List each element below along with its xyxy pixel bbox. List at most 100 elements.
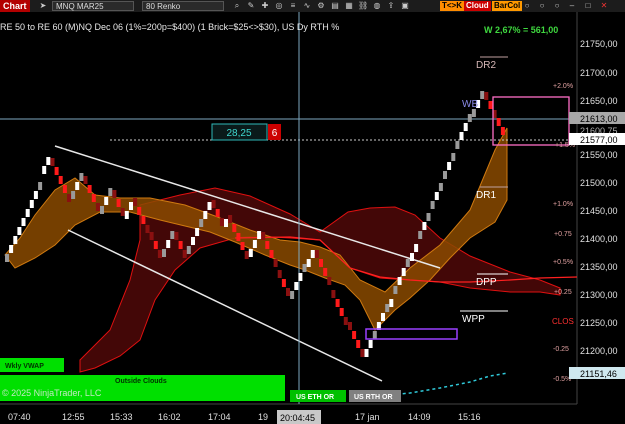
dr2-label: DR2 bbox=[476, 60, 496, 71]
renko-brick bbox=[224, 219, 228, 227]
renko-brick bbox=[244, 251, 249, 259]
close-icon[interactable]: ✕ bbox=[599, 1, 609, 11]
barcol-toggle-button[interactable]: BarCol bbox=[492, 1, 523, 11]
percent-label: +1.0% bbox=[553, 201, 573, 208]
strategies-icon[interactable]: ⚙ bbox=[316, 1, 326, 11]
price-axis-label: 21200,00 bbox=[580, 346, 618, 356]
renko-brick bbox=[166, 240, 171, 248]
renko-brick bbox=[426, 213, 431, 221]
renko-brick bbox=[443, 171, 447, 179]
renko-brick bbox=[133, 198, 138, 206]
renko-brick bbox=[145, 225, 150, 233]
renko-brick bbox=[75, 182, 80, 190]
renko-brick bbox=[149, 232, 154, 240]
renko-brick bbox=[9, 245, 14, 253]
stats-line: W 2,67% = 561,00 bbox=[484, 25, 558, 35]
indicators-icon[interactable]: ∿ bbox=[302, 1, 312, 11]
share-icon[interactable]: ⇪ bbox=[386, 1, 396, 11]
renko-brick bbox=[116, 199, 121, 207]
renko-brick bbox=[364, 349, 369, 357]
time-axis-label: 17:04 bbox=[208, 412, 231, 422]
price-axis-label: 21350,00 bbox=[580, 262, 618, 272]
renko-brick bbox=[335, 299, 340, 307]
renko-brick bbox=[248, 249, 253, 257]
renko-brick bbox=[195, 228, 200, 236]
renko-brick bbox=[438, 183, 443, 191]
globe-icon[interactable]: ◍ bbox=[372, 1, 382, 11]
toolbar-dot-icon[interactable]: ○ bbox=[537, 1, 547, 11]
renko-brick bbox=[401, 268, 406, 276]
properties-icon[interactable]: ≡ bbox=[288, 1, 298, 11]
renko-brick bbox=[112, 190, 117, 198]
instrument-selector[interactable]: MNQ MAR25 bbox=[52, 1, 134, 11]
zoom-icon[interactable]: ◎ bbox=[274, 1, 284, 11]
cursor-icon[interactable]: ➤ bbox=[38, 1, 48, 11]
renko-brick bbox=[306, 259, 311, 267]
chart-trader-icon[interactable]: ▦ bbox=[344, 1, 354, 11]
renko-brick bbox=[434, 192, 439, 200]
renko-brick bbox=[319, 259, 323, 267]
price-axis-label: 21500,00 bbox=[580, 178, 618, 188]
toolbar-dot-icon[interactable]: ○ bbox=[522, 1, 532, 11]
magnifier-icon[interactable]: ⌕ bbox=[232, 1, 242, 11]
bar-type-selector[interactable]: 80 Renko bbox=[142, 1, 224, 11]
renko-brick bbox=[13, 236, 18, 244]
renko-brick bbox=[5, 254, 9, 262]
cloud-toggle-button[interactable]: Cloud bbox=[464, 1, 491, 11]
renko-brick bbox=[277, 270, 282, 278]
renko-brick bbox=[310, 250, 315, 258]
renko-brick bbox=[33, 191, 38, 199]
price-axis-label: 21750,00 bbox=[580, 39, 618, 49]
copyright-text: © 2025 NinjaTrader, LLC bbox=[2, 388, 102, 398]
price-axis-label: 21700,00 bbox=[580, 68, 618, 78]
renko-brick bbox=[236, 233, 241, 241]
renko-brick bbox=[182, 250, 187, 258]
renko-brick bbox=[215, 209, 220, 217]
toolbar-dot-icon[interactable]: ○ bbox=[552, 1, 562, 11]
renko-brick bbox=[91, 194, 96, 202]
minimize-icon[interactable]: – bbox=[567, 1, 577, 11]
price-axis-label: 21300,00 bbox=[580, 290, 618, 300]
clos-label: CLOS bbox=[552, 317, 574, 326]
renko-brick bbox=[496, 118, 501, 126]
renko-brick bbox=[137, 207, 142, 215]
renko-brick bbox=[480, 91, 485, 99]
link-icon[interactable]: ⛓ bbox=[358, 1, 368, 11]
renko-brick bbox=[298, 273, 303, 281]
renko-brick bbox=[459, 132, 464, 140]
price-axis-label: 21400,00 bbox=[580, 234, 618, 244]
wb-label: WB bbox=[462, 99, 478, 110]
crosshair-time-text: 20:04:45 bbox=[280, 413, 315, 423]
renko-brick bbox=[38, 182, 43, 190]
chart-tab[interactable]: Chart bbox=[0, 0, 30, 12]
templates-icon[interactable]: ▤ bbox=[330, 1, 340, 11]
renko-brick bbox=[120, 208, 125, 216]
renko-brick bbox=[25, 209, 30, 217]
snapshot-icon[interactable]: ▣ bbox=[400, 1, 410, 11]
renko-brick bbox=[95, 203, 100, 211]
maximize-icon[interactable]: □ bbox=[583, 1, 593, 11]
time-axis-label: 16:02 bbox=[158, 412, 181, 422]
renko-brick bbox=[207, 202, 212, 210]
pencil-icon[interactable]: ✎ bbox=[246, 1, 256, 11]
renko-brick bbox=[87, 185, 92, 193]
renko-brick bbox=[67, 194, 71, 202]
renko-brick bbox=[348, 322, 352, 330]
position-value: 28,25 bbox=[226, 128, 251, 139]
renko-brick bbox=[418, 231, 423, 239]
renko-brick bbox=[381, 313, 385, 321]
renko-brick bbox=[410, 253, 414, 261]
renko-brick bbox=[447, 162, 452, 170]
renko-brick bbox=[463, 123, 468, 131]
renko-brick bbox=[302, 264, 307, 272]
renko-brick bbox=[228, 215, 233, 223]
renko-brick bbox=[71, 191, 76, 199]
percent-label: +0.25 bbox=[554, 289, 572, 296]
renko-brick bbox=[467, 114, 472, 122]
renko-brick bbox=[405, 259, 410, 267]
renko-brick bbox=[203, 211, 208, 219]
renko-brick bbox=[393, 286, 398, 294]
crosshair-icon[interactable]: ✚ bbox=[260, 1, 270, 11]
tk-toggle-button[interactable]: T<>K bbox=[440, 1, 465, 11]
price-chart[interactable]: 28,25 6 DR2 WB DR1 DPP WPP CLOS +2.0% +1… bbox=[0, 12, 625, 424]
